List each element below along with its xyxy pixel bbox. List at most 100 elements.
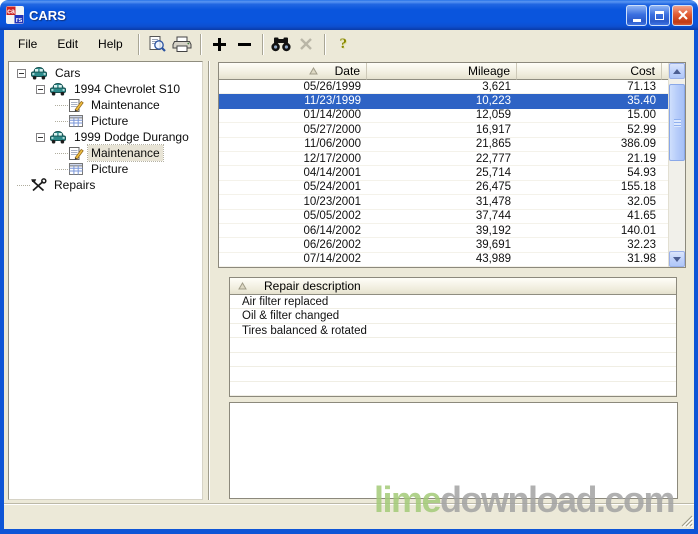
- tree-item-1999-dodge-durango[interactable]: 1999 Dodge Durango: [9, 129, 202, 145]
- maximize-button[interactable]: [649, 5, 670, 26]
- watermark: limedownload.com: [374, 482, 674, 518]
- toolbar-group: [145, 33, 195, 56]
- window-border-left: [0, 30, 4, 534]
- table-row[interactable]: 11/06/200021,865386.09: [219, 138, 668, 152]
- toolbar-group: ?: [331, 33, 356, 56]
- table-row[interactable]: 11/23/199910,22335.40: [219, 94, 668, 108]
- table-body: 05/26/19993,62171.1311/23/199910,22335.4…: [219, 80, 668, 267]
- menu-edit[interactable]: Edit: [47, 33, 88, 55]
- cell-cost: 31.98: [517, 253, 662, 265]
- tree-connector: [17, 185, 30, 186]
- repair-row-empty[interactable]: [230, 338, 676, 352]
- zoom-out-icon: [236, 36, 253, 53]
- title-bar[interactable]: ca rs CARS: [0, 0, 698, 30]
- watermark-suffix: download.com: [440, 479, 674, 520]
- repair-row-empty[interactable]: [230, 353, 676, 367]
- maintenance-table: DateMileageCost 05/26/19993,62171.1311/2…: [219, 63, 668, 267]
- table-row[interactable]: 04/14/200125,71454.93: [219, 166, 668, 180]
- print-button[interactable]: [170, 33, 195, 56]
- repair-row-empty[interactable]: [230, 382, 676, 396]
- table-row[interactable]: 05/27/200016,91752.99: [219, 123, 668, 137]
- cell-cost: 155.18: [517, 181, 662, 193]
- cell-mileage: 43,989: [367, 253, 517, 265]
- tree-item-picture[interactable]: Picture: [9, 113, 202, 129]
- table-row[interactable]: 06/26/200239,69132.23: [219, 238, 668, 252]
- toolbar-separator: [262, 34, 264, 55]
- tree-item-cars[interactable]: Cars: [9, 65, 202, 81]
- scroll-thumb[interactable]: [669, 84, 685, 161]
- cell-mileage: 12,059: [367, 109, 517, 121]
- svg-text:ca: ca: [7, 9, 15, 16]
- table-row[interactable]: 12/17/200022,77721.19: [219, 152, 668, 166]
- panel-splitter[interactable]: [208, 61, 210, 500]
- table-row[interactable]: 06/14/200239,192140.01: [219, 224, 668, 238]
- tree-expander-icon[interactable]: [36, 133, 45, 142]
- tree-item-label: Picture: [88, 161, 131, 177]
- delete-button[interactable]: [294, 33, 319, 56]
- cell-mileage: 25,714: [367, 167, 517, 179]
- tree-item-label: 1999 Dodge Durango: [71, 129, 192, 145]
- repair-header[interactable]: Repair description: [230, 278, 676, 295]
- column-header-label: Cost: [630, 64, 655, 78]
- cell-date: 05/26/1999: [219, 81, 367, 93]
- table-row[interactable]: 05/24/200126,475155.18: [219, 181, 668, 195]
- tree-item-label: Picture: [88, 113, 131, 129]
- repairs-icon: [30, 178, 47, 193]
- help-button[interactable]: ?: [331, 33, 356, 56]
- toolbar: ?: [133, 33, 356, 56]
- table-row[interactable]: 05/05/200237,74441.65: [219, 210, 668, 224]
- cell-date: 01/14/2000: [219, 109, 367, 121]
- print-preview-button[interactable]: [145, 33, 170, 56]
- tree-item-repairs[interactable]: Repairs: [9, 177, 202, 193]
- window-border-bottom: [0, 529, 698, 534]
- column-header-cost[interactable]: Cost: [517, 63, 662, 80]
- zoom-out-button[interactable]: [232, 33, 257, 56]
- toolbar-separator: [138, 34, 140, 55]
- cell-cost: 71.13: [517, 81, 662, 93]
- tree-item-label: 1994 Chevrolet S10: [71, 81, 183, 97]
- cell-date: 11/23/1999: [219, 95, 367, 107]
- cell-cost: 32.23: [517, 239, 662, 251]
- cell-cost: 140.01: [517, 225, 662, 237]
- repair-row[interactable]: Air filter replaced: [230, 295, 676, 309]
- scroll-down-button[interactable]: [669, 251, 685, 267]
- repair-row[interactable]: Tires balanced & rotated: [230, 324, 676, 338]
- zoom-in-button[interactable]: [207, 33, 232, 56]
- column-header-label: Date: [335, 64, 360, 78]
- find-button[interactable]: [269, 33, 294, 56]
- table-scrollbar[interactable]: [668, 63, 685, 267]
- print-icon: [172, 36, 192, 53]
- cell-date: 05/05/2002: [219, 210, 367, 222]
- tree-expander-icon[interactable]: [17, 69, 26, 78]
- tree-connector: [55, 169, 68, 170]
- toolbar-separator: [200, 34, 202, 55]
- cell-cost: 41.65: [517, 210, 662, 222]
- menu-file[interactable]: File: [8, 33, 47, 55]
- repair-row[interactable]: Oil & filter changed: [230, 309, 676, 323]
- menu-help[interactable]: Help: [88, 33, 133, 55]
- cell-date: 05/27/2000: [219, 124, 367, 136]
- tree-item-maintenance[interactable]: Maintenance: [9, 145, 202, 161]
- cell-mileage: 37,744: [367, 210, 517, 222]
- resize-grip-icon[interactable]: [680, 514, 693, 527]
- minimize-button[interactable]: [626, 5, 647, 26]
- vehicle-tree-panel: Cars1994 Chevrolet S10MaintenancePicture…: [8, 61, 203, 500]
- scroll-up-button[interactable]: [669, 63, 685, 79]
- tree-expander-icon[interactable]: [36, 85, 45, 94]
- repair-row-empty[interactable]: [230, 367, 676, 381]
- table-row[interactable]: 07/14/200243,98931.98: [219, 253, 668, 267]
- tree-item-maintenance[interactable]: Maintenance: [9, 97, 202, 113]
- tree-item-label: Maintenance: [88, 97, 163, 113]
- tree-item-1994-chevrolet-s10[interactable]: 1994 Chevrolet S10: [9, 81, 202, 97]
- svg-text:rs: rs: [16, 17, 23, 24]
- cell-date: 04/14/2001: [219, 167, 367, 179]
- column-header-mileage[interactable]: Mileage: [367, 63, 517, 80]
- table-row[interactable]: 01/14/200012,05915.00: [219, 109, 668, 123]
- column-header-date[interactable]: Date: [219, 63, 367, 80]
- cell-cost: 32.05: [517, 196, 662, 208]
- table-row[interactable]: 05/26/19993,62171.13: [219, 80, 668, 94]
- tree-item-picture[interactable]: Picture: [9, 161, 202, 177]
- close-button[interactable]: [672, 5, 693, 26]
- cell-mileage: 3,621: [367, 81, 517, 93]
- table-row[interactable]: 10/23/200131,47832.05: [219, 195, 668, 209]
